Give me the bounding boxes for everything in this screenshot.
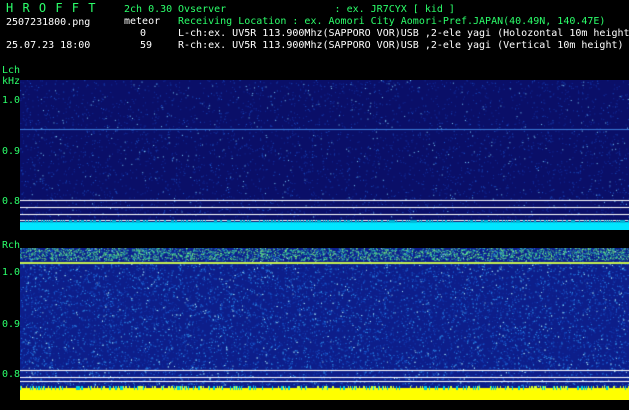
observer-line: Ovserver : ex. JR7CYX [ kid ]	[178, 4, 455, 15]
lch-unit: kHz	[2, 76, 21, 87]
lch-label: Lch	[2, 65, 21, 76]
meteor-count-r: 59	[140, 40, 153, 51]
lch-desc-line: L-ch:ex. UV5R 113.900Mhz(SAPPORO VOR)USB…	[178, 28, 629, 39]
location-line: Receiving Location : ex. Aomori City Aom…	[178, 16, 606, 27]
lch-ytick-1: 1.0	[2, 95, 21, 106]
lch-ytick-3: 0.8	[2, 196, 21, 207]
app-logo: H R O F F T	[6, 1, 97, 15]
rch-spectrogram	[20, 248, 629, 400]
rch-ytick-1: 1.0	[2, 267, 21, 278]
rch-desc-line: R-ch:ex. UV5R 113.900Mhz(SAPPORO VOR)USB…	[178, 40, 624, 51]
meteor-label: meteor	[124, 16, 161, 27]
datetime: 25.07.23 18:00	[6, 40, 91, 51]
rch-ytick-3: 0.8	[2, 369, 21, 380]
mode-label: 2ch 0.30	[124, 4, 173, 15]
meteor-count-l: 0	[140, 28, 147, 39]
rch-label: Rch	[2, 240, 21, 251]
filename: 2507231800.png	[6, 17, 91, 28]
rch-ytick-2: 0.9	[2, 319, 21, 330]
lch-spectrogram	[20, 80, 629, 230]
lch-ytick-2: 0.9	[2, 146, 21, 157]
